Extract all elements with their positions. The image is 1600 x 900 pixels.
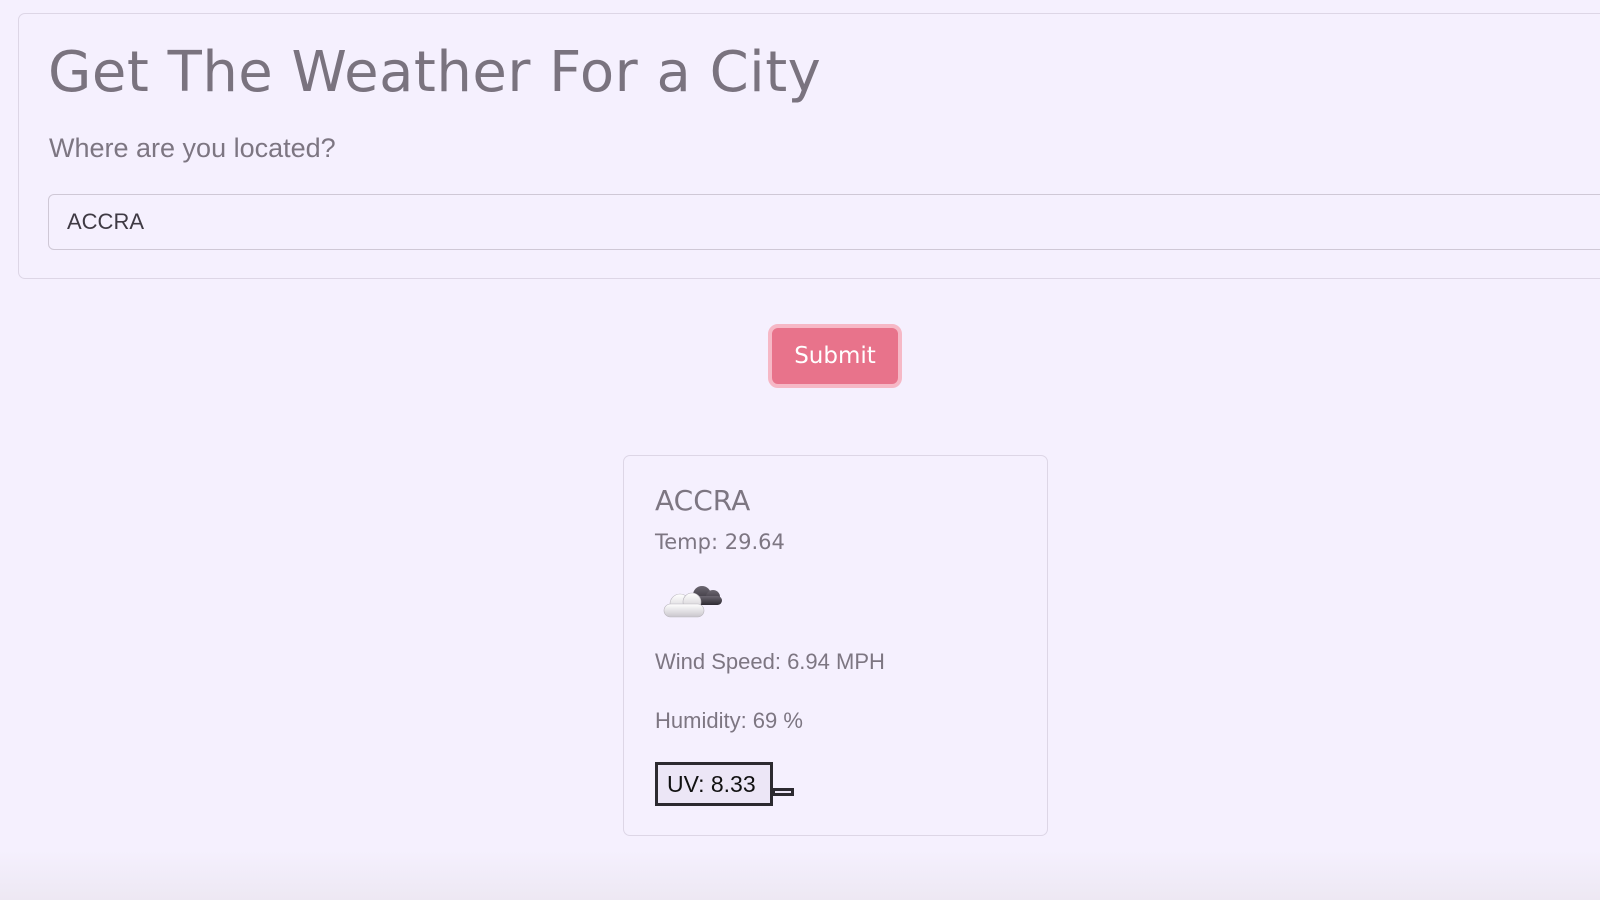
weather-wind-speed: Wind Speed: 6.94 MPH <box>655 649 885 674</box>
partly-cloudy-icon <box>663 586 722 618</box>
page-title: Get The Weather For a City <box>48 40 822 105</box>
uv-badge-tab <box>772 788 794 796</box>
page: Get The Weather For a City Where are you… <box>0 0 1600 900</box>
weather-temp: Temp: 29.64 <box>655 530 785 554</box>
weather-city-name: ACCRA <box>655 484 751 517</box>
submit-button[interactable]: Submit <box>768 324 902 388</box>
location-prompt: Where are you located? <box>49 133 336 163</box>
weather-card: ACCRA Temp: 29.64 Wind Speed: 6.94 MPH H… <box>623 455 1048 836</box>
city-search-input[interactable] <box>48 194 1600 250</box>
bottom-shadow <box>0 850 1600 900</box>
weather-humidity: Humidity: 69 % <box>655 708 803 733</box>
uv-index-badge: UV: 8.33 <box>655 762 773 806</box>
